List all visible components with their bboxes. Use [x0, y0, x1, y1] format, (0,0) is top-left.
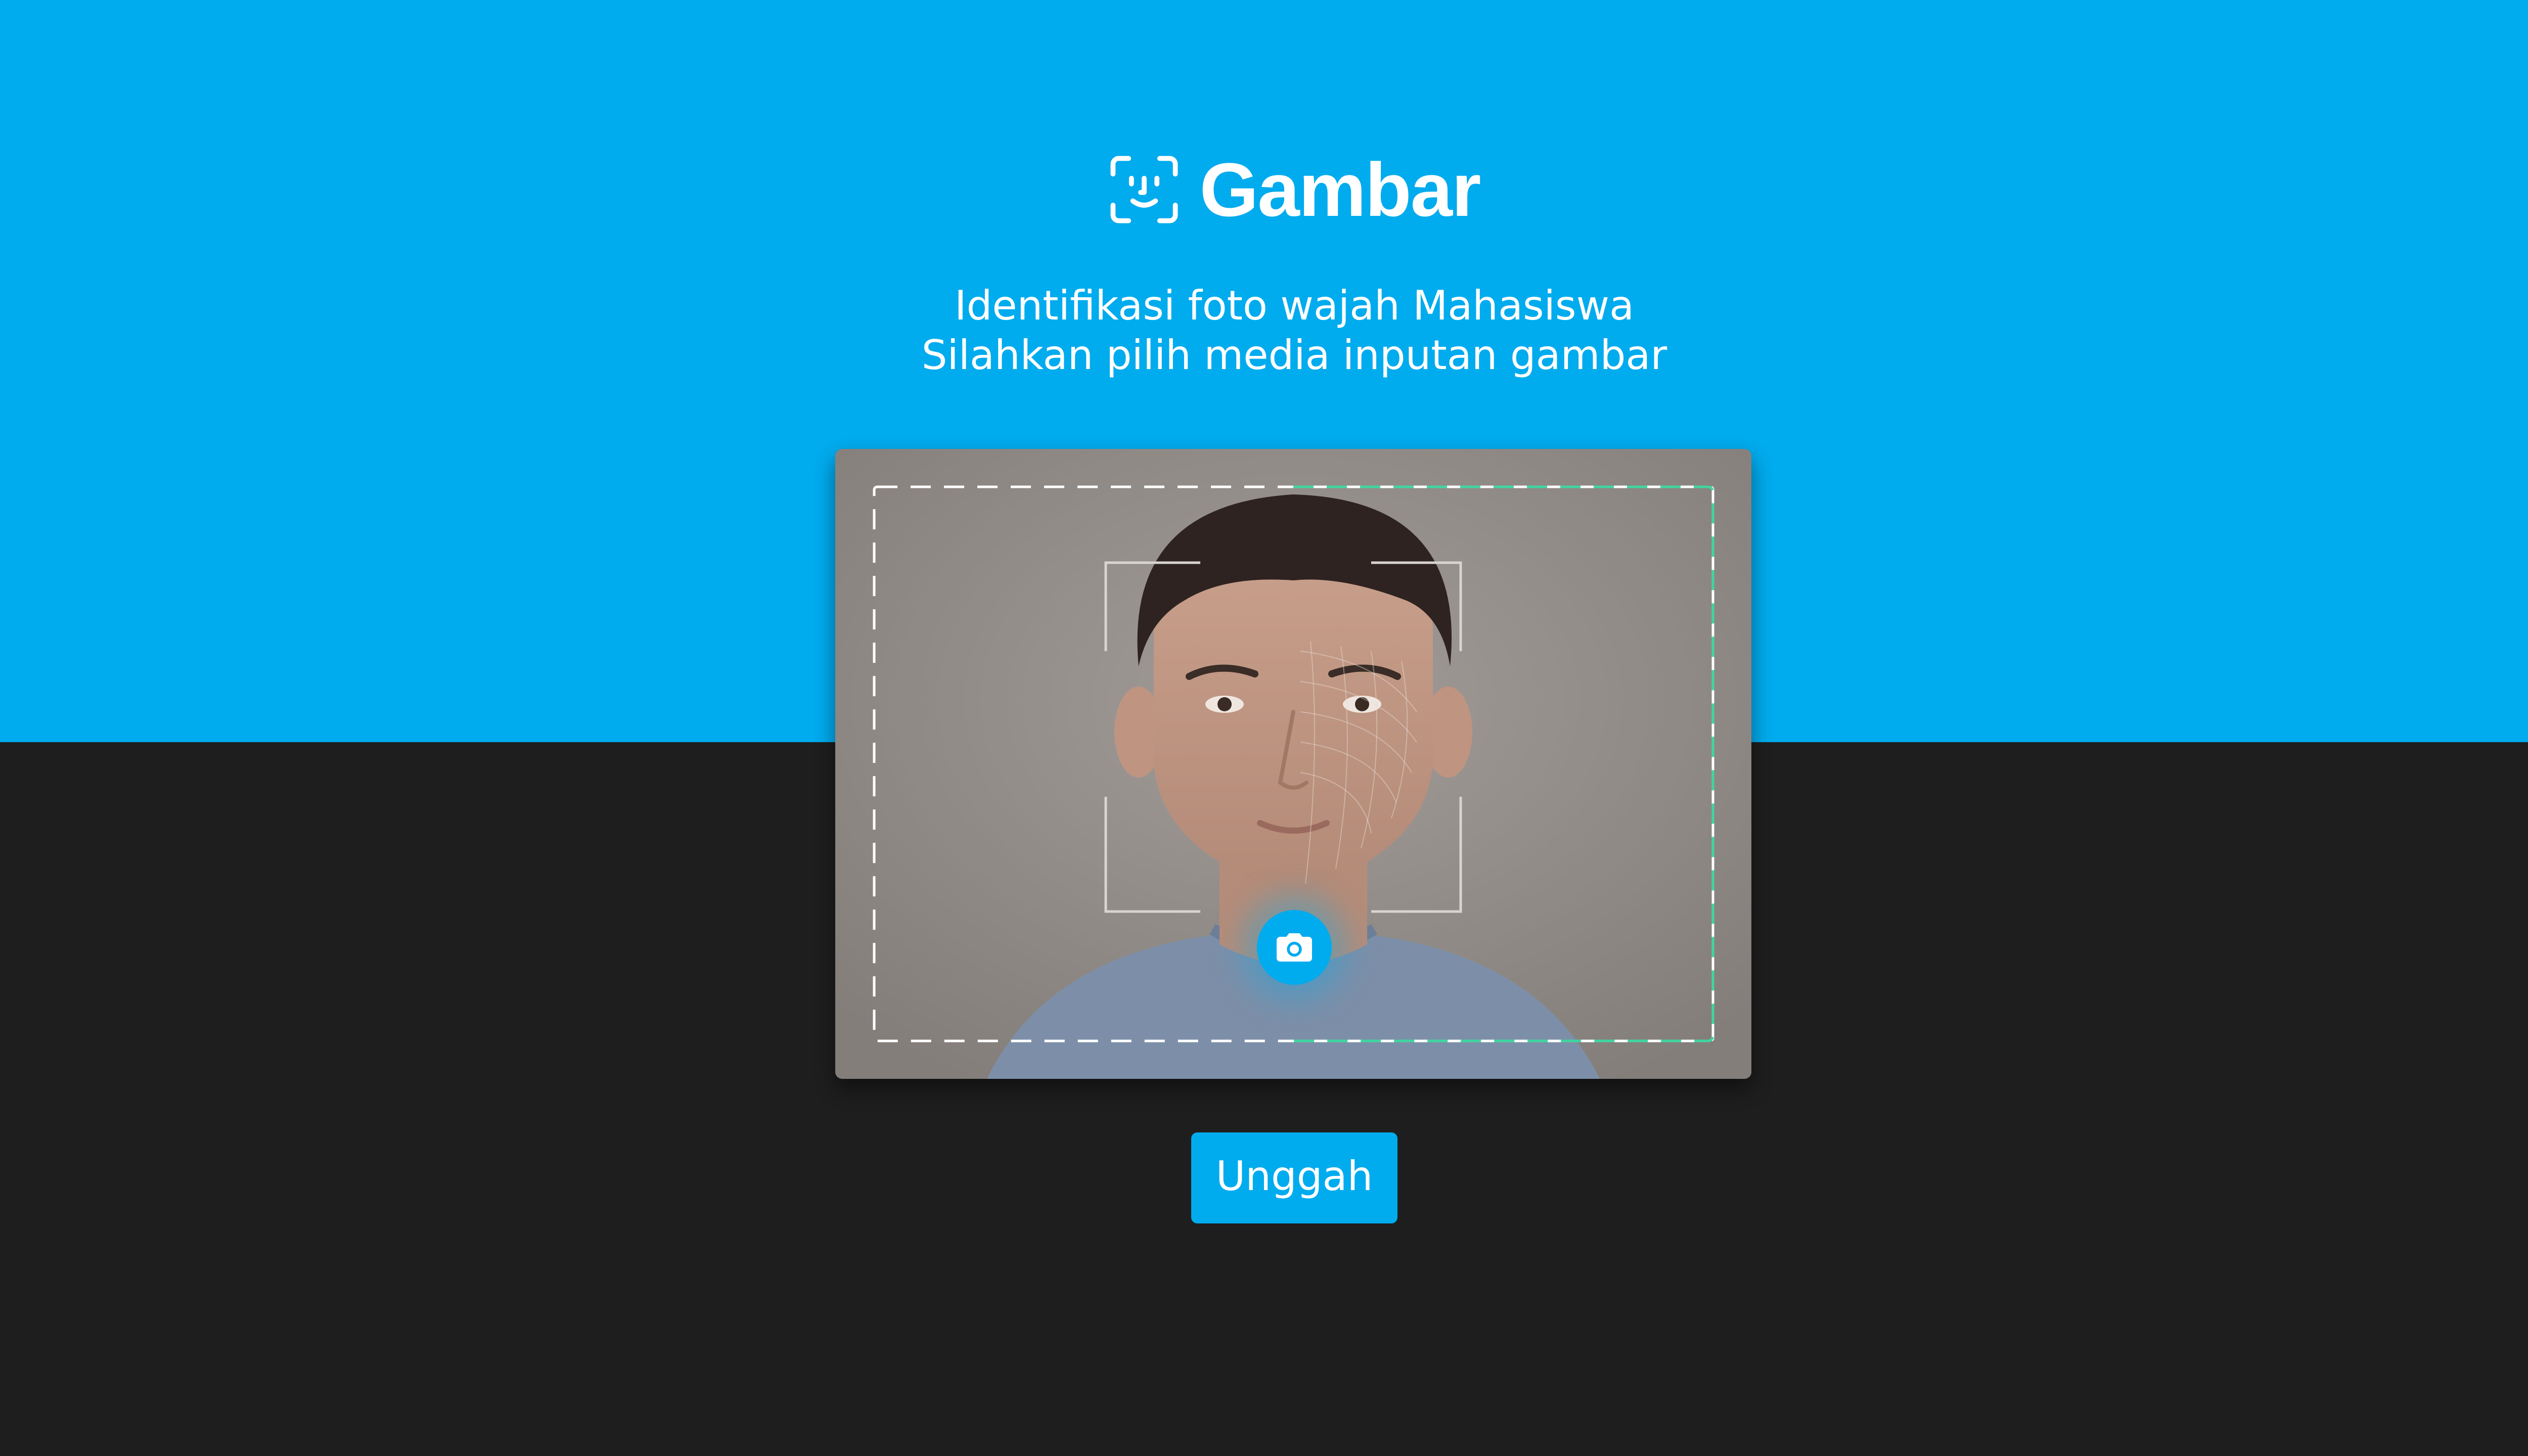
subtitle-line-1: Identifikasi foto wajah Mahasiswa — [954, 282, 1635, 329]
app-header: Gambar — [0, 152, 2528, 228]
capture-camera-button[interactable] — [1257, 910, 1332, 985]
camera-icon — [1277, 933, 1312, 962]
app-title: Gambar — [1199, 147, 1481, 232]
upload-button[interactable]: Unggah — [1191, 1132, 1397, 1223]
subtitle-line-2: Silahkan pilih media inputan gambar — [921, 332, 1667, 379]
face-id-icon — [1110, 156, 1178, 223]
page-subtitle: Identifikasi foto wajah Mahasiswa Silahk… — [0, 281, 2528, 380]
